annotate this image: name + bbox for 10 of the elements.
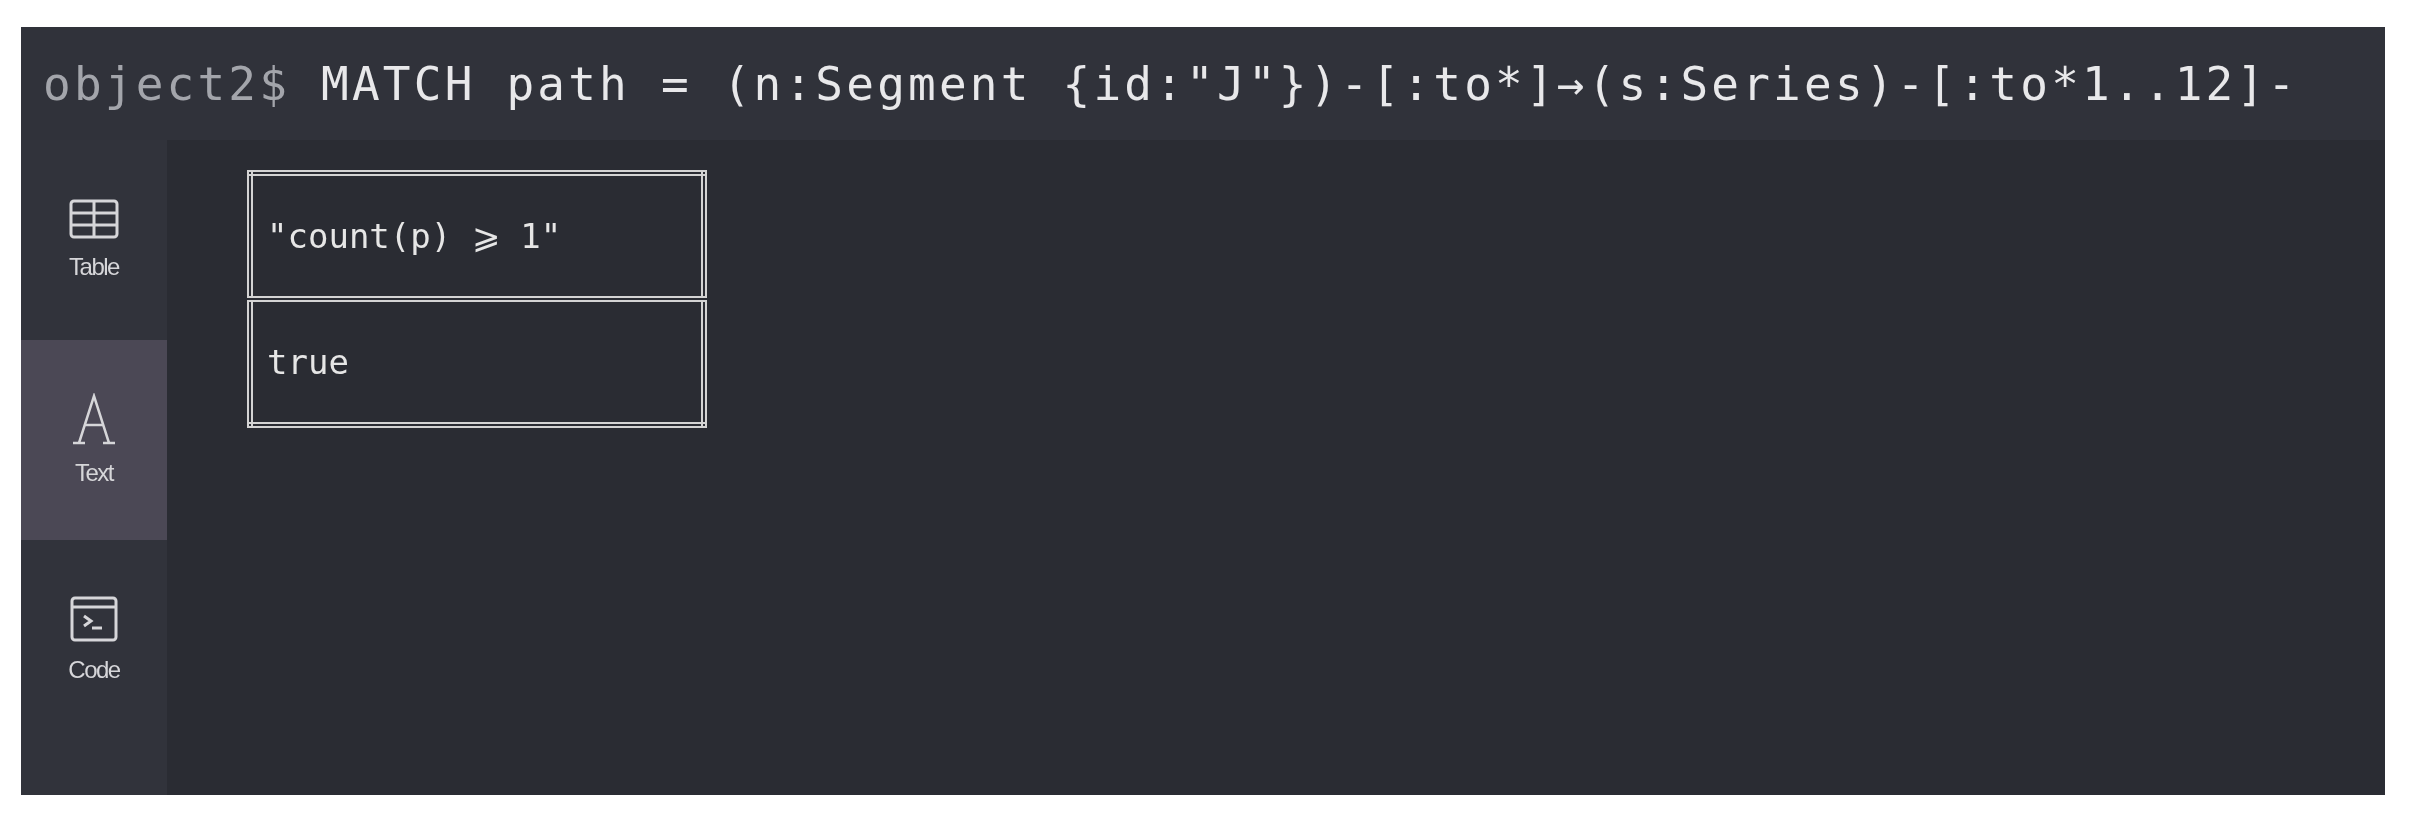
query-text: MATCH path = (n:Segment {id:"J"})-[:to*]→(s:Series)-[:to*1..12]- <box>321 56 2299 111</box>
letter-a-icon <box>71 393 117 445</box>
view-tab[interactable]: Text <box>21 340 167 540</box>
column-header: "count(p) ⩾ 1" <box>250 173 704 299</box>
view-tab[interactable]: Code <box>21 540 167 740</box>
view-tab[interactable]: Table <box>21 140 167 340</box>
prompt-text: object2$ <box>43 56 292 111</box>
table-cell: true <box>250 299 704 425</box>
terminal-icon <box>70 596 118 642</box>
table-icon <box>69 199 119 239</box>
